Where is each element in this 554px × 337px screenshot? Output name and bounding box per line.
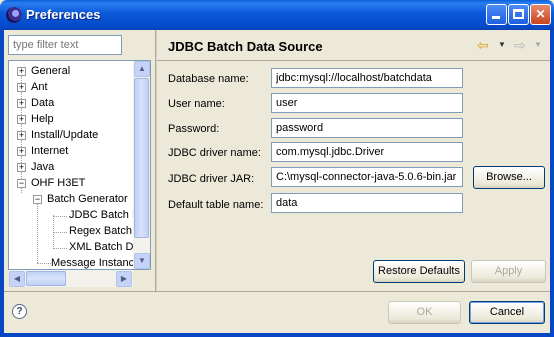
- tree-horizontal-scrollbar[interactable]: ◀ ▶: [9, 270, 133, 287]
- scroll-left-icon[interactable]: ◀: [9, 271, 25, 287]
- jdbc-driver-name-field[interactable]: [271, 142, 463, 162]
- preference-tree[interactable]: + General + Ant + Data + Help + Install/…: [8, 60, 151, 270]
- page-title: JDBC Batch Data Source: [168, 39, 323, 54]
- help-icon[interactable]: ?: [12, 304, 27, 319]
- scroll-up-icon[interactable]: ▲: [134, 61, 150, 77]
- restore-defaults-button[interactable]: Restore Defaults: [373, 260, 465, 283]
- scroll-right-icon[interactable]: ▶: [116, 271, 132, 287]
- default-table-name-label: Default table name:: [168, 199, 264, 211]
- maximize-button[interactable]: [508, 4, 529, 25]
- forward-arrow-icon: ⇨: [514, 37, 526, 53]
- password-label: Password:: [168, 123, 220, 135]
- tree-item-internet[interactable]: + Internet: [9, 143, 139, 159]
- tree-item-label: Message Instance: [51, 257, 141, 269]
- eclipse-icon: [6, 7, 22, 23]
- maximize-icon: [513, 9, 524, 19]
- collapse-icon[interactable]: −: [33, 195, 42, 204]
- user-name-label: User name:: [168, 98, 225, 110]
- tree-item-xml-batch[interactable]: XML Batch Da: [9, 239, 140, 255]
- tree-item-label: Help: [31, 113, 54, 125]
- tree-item-batch-generator[interactable]: − Batch Generator: [9, 191, 139, 207]
- expand-icon[interactable]: +: [17, 131, 26, 140]
- expand-icon[interactable]: +: [17, 147, 26, 156]
- tree-item-message-instance[interactable]: Message Instance: [9, 255, 141, 269]
- expand-icon[interactable]: +: [17, 115, 26, 124]
- back-dropdown-icon[interactable]: ▼: [498, 37, 506, 53]
- tree-item-label: General: [31, 65, 71, 77]
- expand-icon[interactable]: +: [17, 83, 26, 92]
- database-name-field[interactable]: [271, 68, 463, 88]
- password-field[interactable]: [271, 118, 463, 138]
- tree-item-label: OHF H3ET: [31, 177, 86, 189]
- database-name-label: Database name:: [168, 73, 249, 85]
- divider: [4, 291, 550, 292]
- minimize-button[interactable]: [486, 4, 507, 25]
- tree-item-label: Java: [31, 161, 55, 173]
- filter-input[interactable]: [8, 35, 122, 55]
- expand-icon[interactable]: +: [17, 163, 26, 172]
- user-name-field[interactable]: [271, 93, 463, 113]
- cancel-button[interactable]: Cancel: [469, 301, 545, 324]
- collapse-icon[interactable]: −: [17, 179, 26, 188]
- tree-item-ant[interactable]: + Ant: [9, 79, 139, 95]
- tree-item-label: Data: [31, 97, 55, 109]
- close-icon: ✕: [535, 7, 546, 21]
- tree-item-ohf-h3et[interactable]: − OHF H3ET: [9, 175, 139, 191]
- apply-button[interactable]: Apply: [471, 260, 546, 283]
- tree-vertical-scrollbar[interactable]: ▲ ▼: [133, 61, 150, 269]
- ok-button[interactable]: OK: [388, 301, 461, 324]
- tree-item-regex-batch[interactable]: Regex Batch I: [9, 223, 139, 239]
- tree-item-java[interactable]: + Java: [9, 159, 139, 175]
- tree-item-label: Internet: [31, 145, 69, 157]
- divider: [157, 60, 550, 61]
- jdbc-driver-jar-label: JDBC driver JAR:: [168, 173, 255, 185]
- scroll-down-icon[interactable]: ▼: [134, 253, 150, 269]
- back-arrow-icon[interactable]: ⇦: [477, 37, 497, 53]
- window-frame-right: [550, 30, 554, 337]
- browse-button[interactable]: Browse...: [473, 166, 545, 189]
- expand-icon[interactable]: +: [17, 99, 26, 108]
- scroll-thumb[interactable]: [26, 271, 66, 286]
- expand-icon[interactable]: +: [17, 67, 26, 76]
- default-table-name-field[interactable]: [271, 193, 463, 213]
- close-button[interactable]: ✕: [530, 4, 551, 25]
- tree-item-label: Ant: [31, 81, 48, 93]
- tree-item-install-update[interactable]: + Install/Update: [9, 127, 139, 143]
- tree-item-help[interactable]: + Help: [9, 111, 139, 127]
- tree-item-label: Install/Update: [31, 129, 99, 141]
- tree-item-jdbc-batch[interactable]: JDBC Batch D: [9, 207, 140, 223]
- tree-item-data[interactable]: + Data: [9, 95, 139, 111]
- window-frame-bottom: [0, 333, 554, 337]
- minimize-icon: [492, 16, 500, 19]
- window-title: Preferences: [26, 7, 101, 22]
- title-bar[interactable]: Preferences ✕: [0, 0, 554, 30]
- tree-item-label: JDBC Batch D: [69, 209, 140, 221]
- jdbc-driver-name-label: JDBC driver name:: [168, 147, 261, 159]
- tree-item-label: Batch Generator: [47, 193, 128, 205]
- pane-sash[interactable]: [155, 30, 157, 291]
- tree-item-general[interactable]: + General: [9, 63, 139, 79]
- scroll-thumb[interactable]: [134, 78, 149, 238]
- jdbc-driver-jar-field[interactable]: [271, 167, 463, 187]
- tree-item-label: Regex Batch I: [69, 225, 139, 237]
- forward-dropdown-icon: ▼: [534, 40, 542, 49]
- tree-item-label: XML Batch Da: [69, 241, 140, 253]
